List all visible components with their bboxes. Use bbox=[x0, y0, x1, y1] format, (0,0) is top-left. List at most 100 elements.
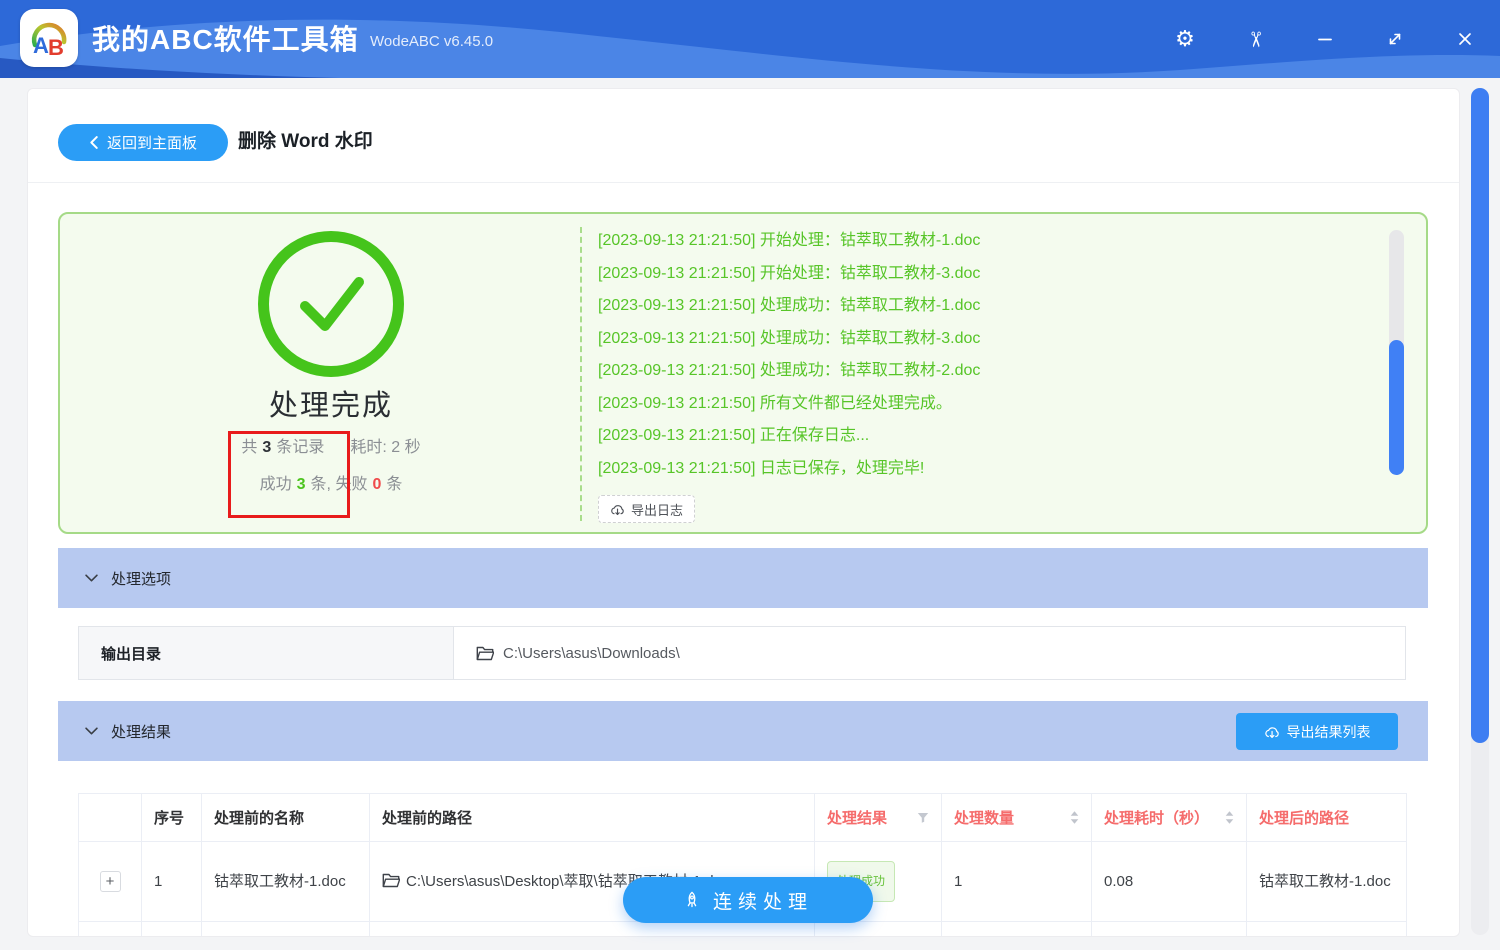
output-dir-field[interactable]: C:\Users\asus\Downloads\ bbox=[454, 627, 1405, 679]
maximize-icon bbox=[1389, 33, 1401, 45]
section-header-results[interactable]: 处理结果 导出结果列表 bbox=[58, 701, 1428, 761]
cell-path-before: C:\Users\asus\Desktop\萃取\钴萃取工教材-2.doc bbox=[370, 922, 815, 936]
close-button[interactable] bbox=[1445, 0, 1485, 78]
section-header-options[interactable]: 处理选项 bbox=[58, 548, 1428, 608]
header-elapsed-label: 处理耗时（秒） bbox=[1104, 810, 1210, 827]
log-scrollbar[interactable] bbox=[1389, 230, 1404, 475]
back-button[interactable]: 返回到主面板 bbox=[58, 124, 228, 161]
app-version: WodeABC v6.45.0 bbox=[370, 33, 494, 50]
application-window: A B 我的ABC软件工具箱 WodeABC v6.45.0 ⚙ ✂ 返回到主面… bbox=[0, 0, 1500, 950]
chevron-down-icon bbox=[85, 574, 98, 582]
main-card: 返回到主面板 删除 Word 水印 处理完成 共 3 条记录 耗时: 2 秒 成功 3 条… bbox=[27, 88, 1460, 937]
header-result-label: 处理结果 bbox=[827, 810, 888, 827]
fail-suffix: 条 bbox=[386, 476, 403, 493]
output-dir-row: 输出目录 C:\Users\asus\Downloads\ bbox=[78, 626, 1406, 680]
cell-elapsed bbox=[1092, 922, 1247, 936]
back-button-label: 返回到主面板 bbox=[106, 135, 197, 152]
output-dir-label: 输出目录 bbox=[79, 627, 454, 679]
gear-icon: ⚙ bbox=[1175, 26, 1195, 51]
table-header-result: 处理结果 bbox=[815, 794, 942, 841]
logo-letter-b: B bbox=[48, 35, 64, 60]
summary-line-total: 共 3 条记录 耗时: 2 秒 bbox=[60, 436, 602, 460]
export-results-button[interactable]: 导出结果列表 bbox=[1236, 713, 1398, 750]
cell-count bbox=[942, 922, 1092, 936]
results-section-label: 处理结果 bbox=[111, 723, 172, 741]
table-header-path-before: 处理前的路径 bbox=[370, 794, 815, 841]
export-results-label: 导出结果列表 bbox=[1286, 723, 1371, 740]
log-line: [2023-09-13 21:21:50] 所有文件都已经处理完成。 bbox=[598, 394, 952, 412]
options-section-label: 处理选项 bbox=[111, 570, 172, 588]
cell-index: 1 bbox=[142, 842, 202, 921]
sort-icon[interactable] bbox=[1225, 811, 1234, 824]
app-title: 我的ABC软件工具箱 bbox=[92, 24, 359, 55]
maximize-button[interactable] bbox=[1375, 0, 1415, 78]
close-icon bbox=[1459, 33, 1471, 45]
export-log-button[interactable]: 导出日志 bbox=[598, 495, 696, 523]
table-header-name-before: 处理前的名称 bbox=[202, 794, 370, 841]
continue-button[interactable]: 连续处理 bbox=[623, 877, 873, 923]
app-titlebar: A B 我的ABC软件工具箱 WodeABC v6.45.0 ⚙ ✂ bbox=[0, 0, 1500, 78]
log-scrollbar-thumb[interactable] bbox=[1389, 340, 1404, 475]
log-line: [2023-09-13 21:21:50] 正在保存日志... bbox=[598, 427, 870, 444]
total-count: 3 bbox=[262, 439, 272, 456]
log-line: [2023-09-13 21:21:50] 处理成功：钴萃取工教材-1.doc bbox=[598, 297, 981, 314]
success-ring bbox=[258, 231, 404, 377]
logo-letter-a: A bbox=[33, 33, 49, 58]
log-line: [2023-09-13 21:21:50] 日志已保存，处理完毕! bbox=[598, 459, 925, 477]
minimize-button[interactable] bbox=[1305, 0, 1345, 78]
folder-icon bbox=[476, 646, 494, 661]
minimize-icon bbox=[1318, 38, 1332, 41]
cell-result bbox=[815, 922, 942, 936]
cell-expand: + bbox=[79, 922, 142, 936]
summary-line-detail: 成功 3 条, 失败 0 条 bbox=[60, 473, 602, 497]
elapsed-text: 耗时: 2 秒 bbox=[350, 439, 421, 456]
rocket-icon bbox=[683, 891, 701, 909]
table-header-index: 序号 bbox=[142, 794, 202, 841]
cloud-download-icon bbox=[610, 503, 624, 516]
success-mid: 条, 失败 bbox=[310, 476, 368, 493]
fail-count: 0 bbox=[372, 476, 382, 493]
cell-path-after: 钴萃取工教材-2.doc bbox=[1247, 922, 1407, 936]
path-after-text: 钴萃取工教材-1.doc bbox=[1259, 873, 1391, 890]
cell-count: 1 bbox=[942, 842, 1092, 921]
scissors-icon: ✂ bbox=[1243, 30, 1267, 48]
window-scrollbar[interactable] bbox=[1471, 88, 1489, 935]
cell-index: 2 bbox=[142, 922, 202, 936]
table-header-row: 序号 处理前的名称 处理前的路径 处理结果 处理数量 处理耗时（秒） 处理后的路… bbox=[79, 793, 1407, 842]
header-divider bbox=[28, 182, 1459, 183]
screenshot-button[interactable]: ✂ bbox=[1235, 0, 1275, 78]
cell-elapsed: 0.08 bbox=[1092, 842, 1247, 921]
cell-name-before: 钴萃取工教材-2.doc bbox=[202, 922, 370, 936]
folder-icon bbox=[382, 873, 400, 888]
table-header-expand bbox=[79, 794, 142, 841]
window-scrollbar-thumb[interactable] bbox=[1471, 88, 1489, 743]
status-title: 处理完成 bbox=[268, 390, 393, 422]
sort-icon[interactable] bbox=[1070, 811, 1079, 824]
table-row: + 2 钴萃取工教材-2.doc C:\Users\asus\Desktop\萃… bbox=[79, 922, 1407, 936]
success-count: 3 bbox=[296, 476, 306, 493]
chevron-left-icon bbox=[90, 136, 98, 149]
cell-path-after: 钴萃取工教材-1.doc bbox=[1247, 842, 1407, 921]
success-prefix: 成功 bbox=[259, 476, 292, 493]
cloud-download-icon bbox=[1264, 725, 1279, 739]
app-logo: A B bbox=[20, 9, 78, 67]
check-icon bbox=[300, 277, 364, 331]
log-line: [2023-09-13 21:21:50] 处理成功：钴萃取工教材-3.doc bbox=[598, 329, 981, 347]
settings-button[interactable]: ⚙ bbox=[1165, 0, 1205, 78]
filter-icon[interactable] bbox=[917, 812, 929, 824]
table-header-count: 处理数量 bbox=[942, 794, 1092, 841]
continue-button-label: 连续处理 bbox=[712, 891, 813, 913]
log-line: [2023-09-13 21:21:50] 处理成功：钴萃取工教材-2.doc bbox=[598, 362, 981, 379]
log-line: [2023-09-13 21:21:50] 开始处理：钴萃取工教材-3.doc bbox=[598, 264, 981, 282]
log-list: [2023-09-13 21:21:50] 开始处理：钴萃取工教材-1.doc … bbox=[598, 225, 1378, 485]
log-line: [2023-09-13 21:21:50] 开始处理：钴萃取工教材-1.doc bbox=[598, 232, 981, 249]
header-count-label: 处理数量 bbox=[954, 810, 1015, 827]
expand-row-button[interactable]: + bbox=[99, 871, 121, 892]
export-log-label: 导出日志 bbox=[631, 502, 684, 518]
table-header-path-after: 处理后的路径 bbox=[1247, 794, 1407, 841]
table-header-elapsed: 处理耗时（秒） bbox=[1092, 794, 1247, 841]
page-title: 删除 Word 水印 bbox=[238, 131, 373, 152]
cell-expand: + bbox=[79, 842, 142, 921]
total-suffix: 条记录 bbox=[276, 439, 325, 456]
name-before-text: 钴萃取工教材-1.doc bbox=[214, 873, 346, 890]
